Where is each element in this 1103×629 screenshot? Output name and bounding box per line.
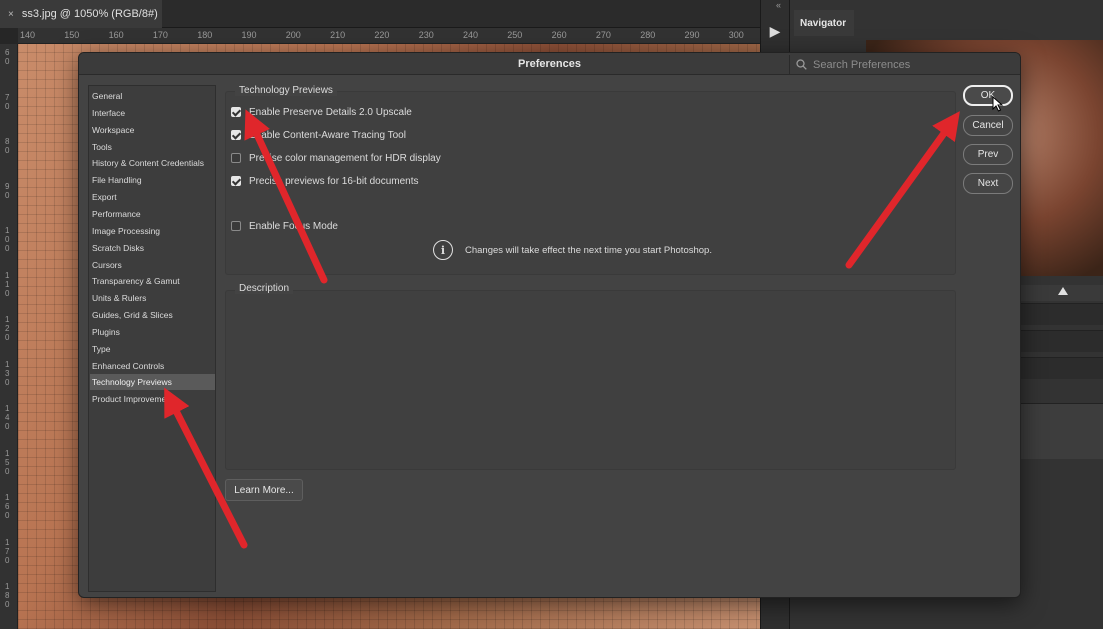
ruler-tick-label: 240 xyxy=(463,30,479,40)
16bit-previews-checkbox[interactable] xyxy=(231,176,241,186)
ruler-tick-label: 140 xyxy=(5,404,10,431)
ruler-tick-label: 200 xyxy=(285,30,301,40)
hdr-color-management-checkbox[interactable] xyxy=(231,153,241,163)
sidebar-item-general[interactable]: General xyxy=(90,88,215,104)
zoom-slider-thumb[interactable] xyxy=(1058,287,1068,295)
document-tab-title: ss3.jpg @ 1050% (RGB/8#) xyxy=(21,8,158,20)
ruler-tick-label: 100 xyxy=(5,226,10,253)
option-label: Precise previews for 16-bit documents xyxy=(249,175,419,187)
sidebar-item-units-rulers[interactable]: Units & Rulers xyxy=(90,290,215,306)
sidebar-item-cursors[interactable]: Cursors xyxy=(90,257,215,273)
sidebar-item-type[interactable]: Type xyxy=(90,341,215,357)
ruler-tick-label: 280 xyxy=(640,30,656,40)
learn-more-button[interactable]: Learn More... xyxy=(225,479,303,501)
ruler-tick-label: 180 xyxy=(197,30,213,40)
ruler-tick-label: 90 xyxy=(5,181,10,200)
ok-button[interactable]: OK xyxy=(963,85,1013,106)
vertical-ruler: 60 70 80 90 100 110 120 130 140 150 160 170 180 xyxy=(0,44,18,629)
sidebar-item-image-processing[interactable]: Image Processing xyxy=(90,223,215,239)
ruler-tick-label: 270 xyxy=(595,30,611,40)
ruler-tick-label: 170 xyxy=(5,537,10,565)
ruler-tick-label: 210 xyxy=(330,30,346,40)
search-icon xyxy=(796,59,807,70)
ruler-tick-label: 80 xyxy=(5,137,10,155)
search-input[interactable] xyxy=(813,58,1003,71)
panel-row xyxy=(1020,330,1103,352)
sidebar-item-enhanced-controls[interactable]: Enhanced Controls xyxy=(90,358,215,374)
cancel-button[interactable]: Cancel xyxy=(963,115,1013,136)
preferences-dialog: Preferences GeneralInterfaceWorkspaceToo… xyxy=(78,52,1021,598)
focus-mode-checkbox[interactable] xyxy=(231,221,241,231)
close-tab-icon[interactable]: × xyxy=(8,9,14,20)
ruler-tick-label: 230 xyxy=(418,30,434,40)
option-label: Enable Preserve Details 2.0 Upscale xyxy=(249,106,412,118)
ruler-tick-label: 70 xyxy=(5,92,10,111)
ruler-tick-label: 300 xyxy=(728,30,744,40)
sidebar-item-tools[interactable]: Tools xyxy=(90,139,215,155)
document-tab-bar: × ss3.jpg @ 1050% (RGB/8#) xyxy=(0,0,760,28)
option-content-aware-tracing[interactable]: Enable Content-Aware Tracing Tool xyxy=(231,128,406,142)
option-hdr-color-management[interactable]: Precise color management for HDR display xyxy=(231,151,441,165)
panel-row xyxy=(1020,357,1103,379)
description-legend: Description xyxy=(235,283,294,294)
sidebar-item-guides-grid-slices[interactable]: Guides, Grid & Slices xyxy=(90,307,215,323)
technology-previews-legend: Technology Previews xyxy=(235,85,337,96)
sidebar-item-history-content-credentials[interactable]: History & Content Credentials xyxy=(90,155,215,171)
sidebar-item-transparency-gamut[interactable]: Transparency & Gamut xyxy=(90,273,215,289)
info-icon: i xyxy=(433,240,453,260)
panel-row xyxy=(1020,403,1103,459)
collapse-panels-icon[interactable]: « xyxy=(776,0,781,10)
sidebar-item-file-handling[interactable]: File Handling xyxy=(90,172,215,188)
ruler-tick-label: 160 xyxy=(108,30,124,40)
content-aware-tracing-checkbox[interactable] xyxy=(231,130,241,140)
option-label: Precise color management for HDR display xyxy=(249,152,441,164)
ruler-tick-label: 290 xyxy=(684,30,700,40)
option-preserve-details-upscale[interactable]: Enable Preserve Details 2.0 Upscale xyxy=(231,105,412,119)
option-label: Enable Content-Aware Tracing Tool xyxy=(249,129,406,141)
tab-navigator[interactable]: Navigator xyxy=(794,10,854,36)
sidebar-item-interface[interactable]: Interface xyxy=(90,105,215,121)
search-box[interactable] xyxy=(789,55,1013,74)
description-group xyxy=(225,290,956,470)
preferences-sidebar: General Interface Workspace Tools History & … xyxy=(88,85,216,592)
ruler-tick-label: 220 xyxy=(374,30,390,40)
restart-notice-text: Changes will take effect the next time y… xyxy=(465,244,712,256)
ruler-tick-label: 250 xyxy=(507,30,523,40)
option-16bit-previews[interactable]: Precise previews for 16-bit documents xyxy=(231,174,419,188)
ruler-tick-label: 140 xyxy=(20,30,36,40)
option-focus-mode[interactable]: Enable Focus Mode xyxy=(231,219,338,233)
ruler-tick-label: 170 xyxy=(152,30,168,40)
sidebar-item-export[interactable]: Export xyxy=(90,189,215,205)
document-tab[interactable]: × ss3.jpg @ 1050% (RGB/8#) xyxy=(0,0,162,28)
sidebar-item-technology-previews[interactable]: Technology Previews xyxy=(90,374,215,391)
panel-row xyxy=(1020,303,1103,325)
ruler-tick-label: 180 xyxy=(5,582,10,609)
horizontal-ruler: 140 150 160 170 180 190 200 210 220 230 240 250 260 2… xyxy=(18,28,760,44)
restart-notice: i Changes will take effect the next time… xyxy=(433,240,712,260)
ruler-tick-label: 110 xyxy=(5,270,10,298)
prev-button[interactable]: Prev xyxy=(963,144,1013,165)
option-label: Enable Focus Mode xyxy=(249,220,338,232)
play-action-icon[interactable]: ▶ xyxy=(760,14,790,48)
sidebar-item-performance[interactable]: Performance xyxy=(90,206,215,222)
ruler-tick-label: 150 xyxy=(64,30,80,40)
ruler-tick-label: 130 xyxy=(5,359,10,387)
sidebar-item-scratch-disks[interactable]: Scratch Disks xyxy=(90,240,215,256)
sidebar-item-product-improvement[interactable]: Product Improvement xyxy=(90,391,215,407)
ruler-tick-label: 160 xyxy=(5,493,10,520)
next-button[interactable]: Next xyxy=(963,173,1013,194)
sidebar-item-workspace[interactable]: Workspace xyxy=(90,122,215,138)
mouse-pointer-icon xyxy=(992,96,1004,112)
ruler-tick-label: 260 xyxy=(551,30,567,40)
ruler-tick-label: 60 xyxy=(5,48,10,66)
ruler-tick-label: 150 xyxy=(5,448,10,476)
sidebar-item-plugins[interactable]: Plugins xyxy=(90,324,215,340)
ruler-tick-label: 190 xyxy=(241,30,257,40)
ruler-tick-label: 120 xyxy=(5,315,10,342)
preserve-details-checkbox[interactable] xyxy=(231,107,241,117)
